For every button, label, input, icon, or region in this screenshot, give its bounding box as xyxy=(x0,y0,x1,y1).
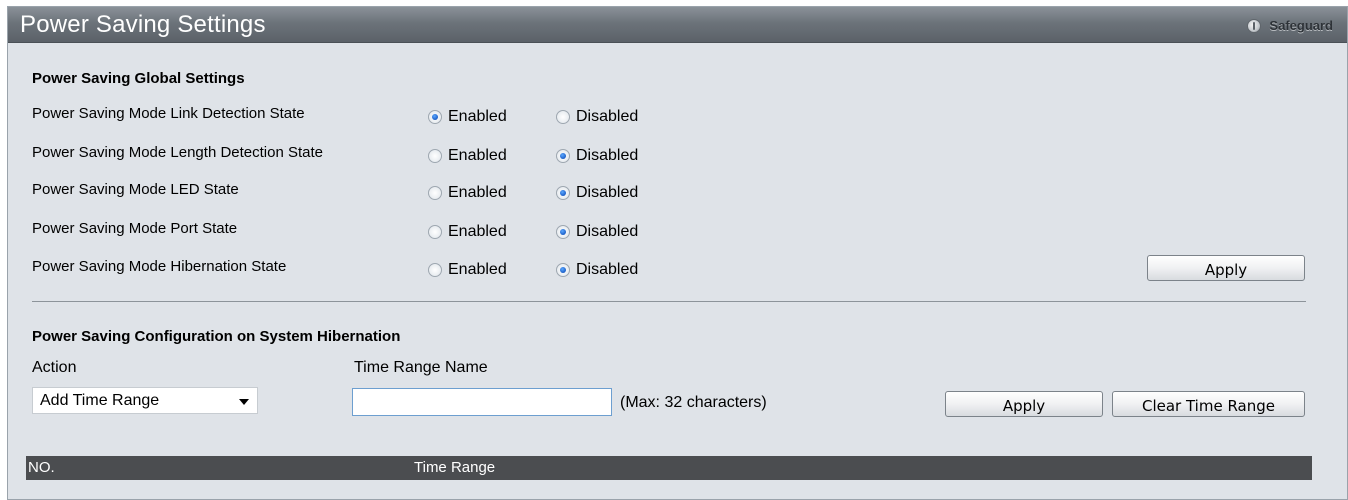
radio-unselected-icon xyxy=(428,186,442,200)
port-state-disabled-radio[interactable]: Disabled xyxy=(556,223,638,241)
length-detection-enabled-radio[interactable]: Enabled xyxy=(428,147,556,165)
max-characters-hint: (Max: 32 characters) xyxy=(620,394,767,411)
global-apply-button[interactable]: Apply xyxy=(1147,255,1305,281)
column-header-no: NO. xyxy=(28,459,55,476)
led-state-enabled-radio[interactable]: Enabled xyxy=(428,184,556,202)
port-state-enabled-radio[interactable]: Enabled xyxy=(428,223,556,241)
length-detection-label: Power Saving Mode Length Detection State xyxy=(32,144,324,161)
link-detection-label: Power Saving Mode Link Detection State xyxy=(32,105,305,122)
radio-unselected-icon xyxy=(556,110,570,124)
link-detection-radios: Enabled Disabled xyxy=(428,108,638,126)
radio-selected-icon xyxy=(556,263,570,277)
column-header-time-range: Time Range xyxy=(414,459,496,476)
safeguard-label: Safeguard xyxy=(1269,18,1333,33)
action-select[interactable]: Add Time Range xyxy=(32,387,258,414)
power-saving-panel: Power Saving Settings Safeguard Power Sa… xyxy=(7,6,1348,500)
hibernation-state-label: Power Saving Mode Hibernation State xyxy=(32,258,287,275)
action-select-value: Add Time Range xyxy=(40,391,160,409)
action-label: Action xyxy=(32,359,77,376)
port-state-radios: Enabled Disabled xyxy=(428,223,638,241)
page-title: Power Saving Settings xyxy=(20,11,266,38)
time-range-name-label: Time Range Name xyxy=(354,359,488,376)
hibernation-apply-button[interactable]: Apply xyxy=(945,391,1103,417)
chevron-down-icon xyxy=(239,399,249,405)
time-range-name-input[interactable] xyxy=(352,388,612,416)
port-state-label: Power Saving Mode Port State xyxy=(32,220,238,237)
radio-selected-icon xyxy=(556,149,570,163)
hibernation-state-radios: Enabled Disabled xyxy=(428,261,638,279)
led-state-disabled-radio[interactable]: Disabled xyxy=(556,184,638,202)
radio-selected-icon xyxy=(556,186,570,200)
led-state-label: Power Saving Mode LED State xyxy=(32,181,239,198)
radio-selected-icon xyxy=(428,110,442,124)
link-detection-enabled-radio[interactable]: Enabled xyxy=(428,108,556,126)
length-detection-radios: Enabled Disabled xyxy=(428,147,638,165)
radio-unselected-icon xyxy=(428,149,442,163)
safeguard-indicator[interactable]: Safeguard xyxy=(1247,18,1333,33)
time-range-table-header: NO. Time Range xyxy=(26,456,1312,480)
radio-selected-icon xyxy=(556,225,570,239)
radio-unselected-icon xyxy=(428,225,442,239)
radio-unselected-icon xyxy=(428,263,442,277)
led-state-radios: Enabled Disabled xyxy=(428,184,638,202)
global-settings-title: Power Saving Global Settings xyxy=(32,70,245,87)
section-divider xyxy=(32,301,1306,302)
hibernation-config-title: Power Saving Configuration on System Hib… xyxy=(32,328,401,345)
hibernation-state-disabled-radio[interactable]: Disabled xyxy=(556,261,638,279)
hibernation-state-enabled-radio[interactable]: Enabled xyxy=(428,261,556,279)
clear-time-range-button[interactable]: Clear Time Range xyxy=(1112,391,1305,417)
safeguard-icon xyxy=(1247,18,1262,33)
length-detection-disabled-radio[interactable]: Disabled xyxy=(556,147,638,165)
link-detection-disabled-radio[interactable]: Disabled xyxy=(556,108,638,126)
title-bar: Power Saving Settings Safeguard xyxy=(8,7,1347,43)
